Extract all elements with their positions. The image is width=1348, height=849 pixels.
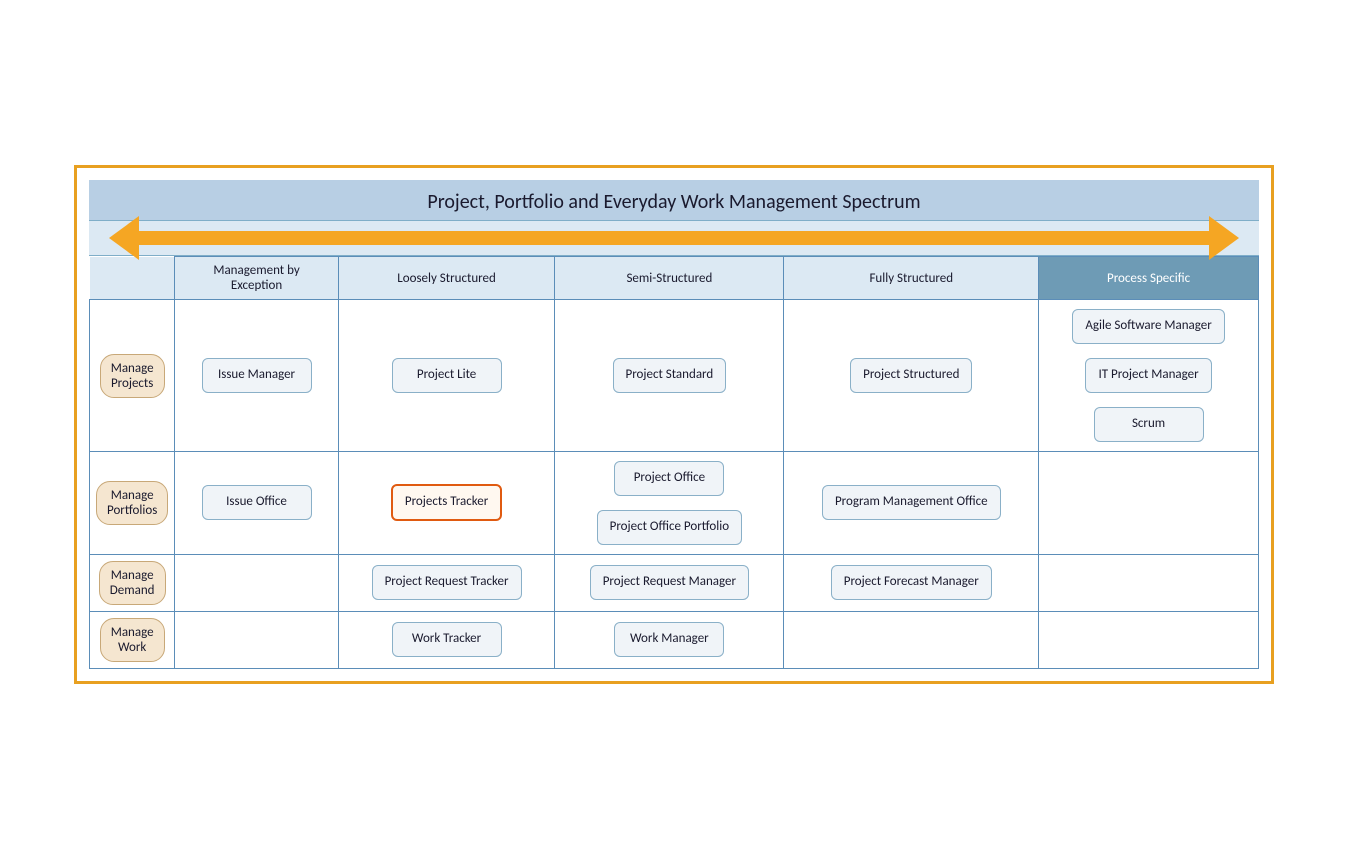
row-manage-work: ManageWork Work Tracker Work Manager xyxy=(90,611,1259,668)
item-work-manager[interactable]: Work Manager xyxy=(614,622,724,657)
cell-inner: Project Standard xyxy=(561,355,777,396)
cell-manage-projects-process-specific: Agile Software Manager IT Project Manage… xyxy=(1039,300,1259,452)
item-project-office-portfolio[interactable]: Project Office Portfolio xyxy=(597,510,742,545)
cell-inner: Project Forecast Manager xyxy=(790,562,1032,603)
row-header-manage-portfolios: ManagePortfolios xyxy=(90,451,175,554)
cell-manage-projects-loosely-structured: Project Lite xyxy=(338,300,555,452)
item-agile-software-manager[interactable]: Agile Software Manager xyxy=(1072,309,1224,344)
cell-inner: Project Request Manager xyxy=(561,562,777,603)
cell-inner: Issue Office xyxy=(181,482,331,523)
diagram-title: Project, Portfolio and Everyday Work Man… xyxy=(89,180,1259,221)
item-project-request-manager[interactable]: Project Request Manager xyxy=(590,565,749,600)
cell-manage-portfolios-loosely-structured: Projects Tracker xyxy=(338,451,555,554)
cell-inner: Work Manager xyxy=(561,619,777,660)
cell-manage-projects-mgmt-exception: Issue Manager xyxy=(175,300,338,452)
item-project-lite[interactable]: Project Lite xyxy=(392,358,502,393)
row-label-manage-portfolios: ManagePortfolios xyxy=(96,481,168,525)
arrow-row xyxy=(89,221,1259,256)
row-manage-demand: ManageDemand Project Request Tracker Pro… xyxy=(90,554,1259,611)
cell-manage-projects-semi-structured: Project Standard xyxy=(555,300,784,452)
row-label-manage-demand: ManageDemand xyxy=(99,561,166,605)
col-header-process-specific: Process Specific xyxy=(1039,257,1259,300)
cell-inner: Agile Software Manager IT Project Manage… xyxy=(1045,306,1252,445)
corner-header xyxy=(90,257,175,300)
row-label-manage-projects: ManageProjects xyxy=(100,354,165,398)
cell-manage-portfolios-mgmt-exception: Issue Office xyxy=(175,451,338,554)
cell-inner: Project Lite xyxy=(345,355,549,396)
cell-manage-demand-fully-structured: Project Forecast Manager xyxy=(784,554,1039,611)
item-issue-office[interactable]: Issue Office xyxy=(202,485,312,520)
arrow-shaft xyxy=(139,231,1209,245)
row-label-manage-work: ManageWork xyxy=(100,618,165,662)
cell-manage-demand-mgmt-exception xyxy=(175,554,338,611)
spectrum-table: Management byException Loosely Structure… xyxy=(89,256,1259,668)
cell-manage-portfolios-fully-structured: Program Management Office xyxy=(784,451,1039,554)
item-project-office[interactable]: Project Office xyxy=(614,461,724,496)
item-project-request-tracker[interactable]: Project Request Tracker xyxy=(372,565,522,600)
cell-manage-portfolios-semi-structured: Project Office Project Office Portfolio xyxy=(555,451,784,554)
item-work-tracker[interactable]: Work Tracker xyxy=(392,622,502,657)
item-project-structured[interactable]: Project Structured xyxy=(850,358,972,393)
item-projects-tracker[interactable]: Projects Tracker xyxy=(391,484,502,521)
row-header-manage-demand: ManageDemand xyxy=(90,554,175,611)
row-header-manage-projects: ManageProjects xyxy=(90,300,175,452)
cell-inner: Project Request Tracker xyxy=(345,562,549,603)
item-it-project-manager[interactable]: IT Project Manager xyxy=(1085,358,1211,393)
cell-manage-work-process-specific xyxy=(1039,611,1259,668)
cell-manage-work-semi-structured: Work Manager xyxy=(555,611,784,668)
item-program-management-office[interactable]: Program Management Office xyxy=(822,485,1001,520)
cell-manage-work-fully-structured xyxy=(784,611,1039,668)
diagram: Project, Portfolio and Everyday Work Man… xyxy=(89,180,1259,668)
cell-manage-portfolios-process-specific xyxy=(1039,451,1259,554)
row-manage-portfolios: ManagePortfolios Issue Office Projects T… xyxy=(90,451,1259,554)
arrow-left-icon xyxy=(109,216,139,260)
cell-inner: Projects Tracker xyxy=(347,481,547,524)
cell-manage-projects-fully-structured: Project Structured xyxy=(784,300,1039,452)
row-manage-projects: ManageProjects Issue Manager Project Lit… xyxy=(90,300,1259,452)
cell-inner: Issue Manager xyxy=(181,355,331,396)
outer-frame: Project, Portfolio and Everyday Work Man… xyxy=(74,165,1274,683)
item-project-forecast-manager[interactable]: Project Forecast Manager xyxy=(831,565,992,600)
item-scrum[interactable]: Scrum xyxy=(1094,407,1204,442)
col-header-mgmt-exception: Management byException xyxy=(175,257,338,300)
cell-inner: Project Office Project Office Portfolio xyxy=(561,458,777,548)
cell-inner: Project Structured xyxy=(790,355,1032,396)
cell-manage-work-loosely-structured: Work Tracker xyxy=(338,611,555,668)
cell-manage-demand-semi-structured: Project Request Manager xyxy=(555,554,784,611)
item-issue-manager[interactable]: Issue Manager xyxy=(202,358,312,393)
col-header-loosely-structured: Loosely Structured xyxy=(338,257,555,300)
cell-inner: Work Tracker xyxy=(345,619,549,660)
cell-manage-work-mgmt-exception xyxy=(175,611,338,668)
arrow-line xyxy=(109,229,1239,247)
col-header-semi-structured: Semi-Structured xyxy=(555,257,784,300)
cell-manage-demand-loosely-structured: Project Request Tracker xyxy=(338,554,555,611)
cell-manage-demand-process-specific xyxy=(1039,554,1259,611)
row-header-manage-work: ManageWork xyxy=(90,611,175,668)
cell-inner: Program Management Office xyxy=(790,482,1032,523)
item-project-standard[interactable]: Project Standard xyxy=(613,358,727,393)
arrow-right-icon xyxy=(1209,216,1239,260)
col-header-fully-structured: Fully Structured xyxy=(784,257,1039,300)
